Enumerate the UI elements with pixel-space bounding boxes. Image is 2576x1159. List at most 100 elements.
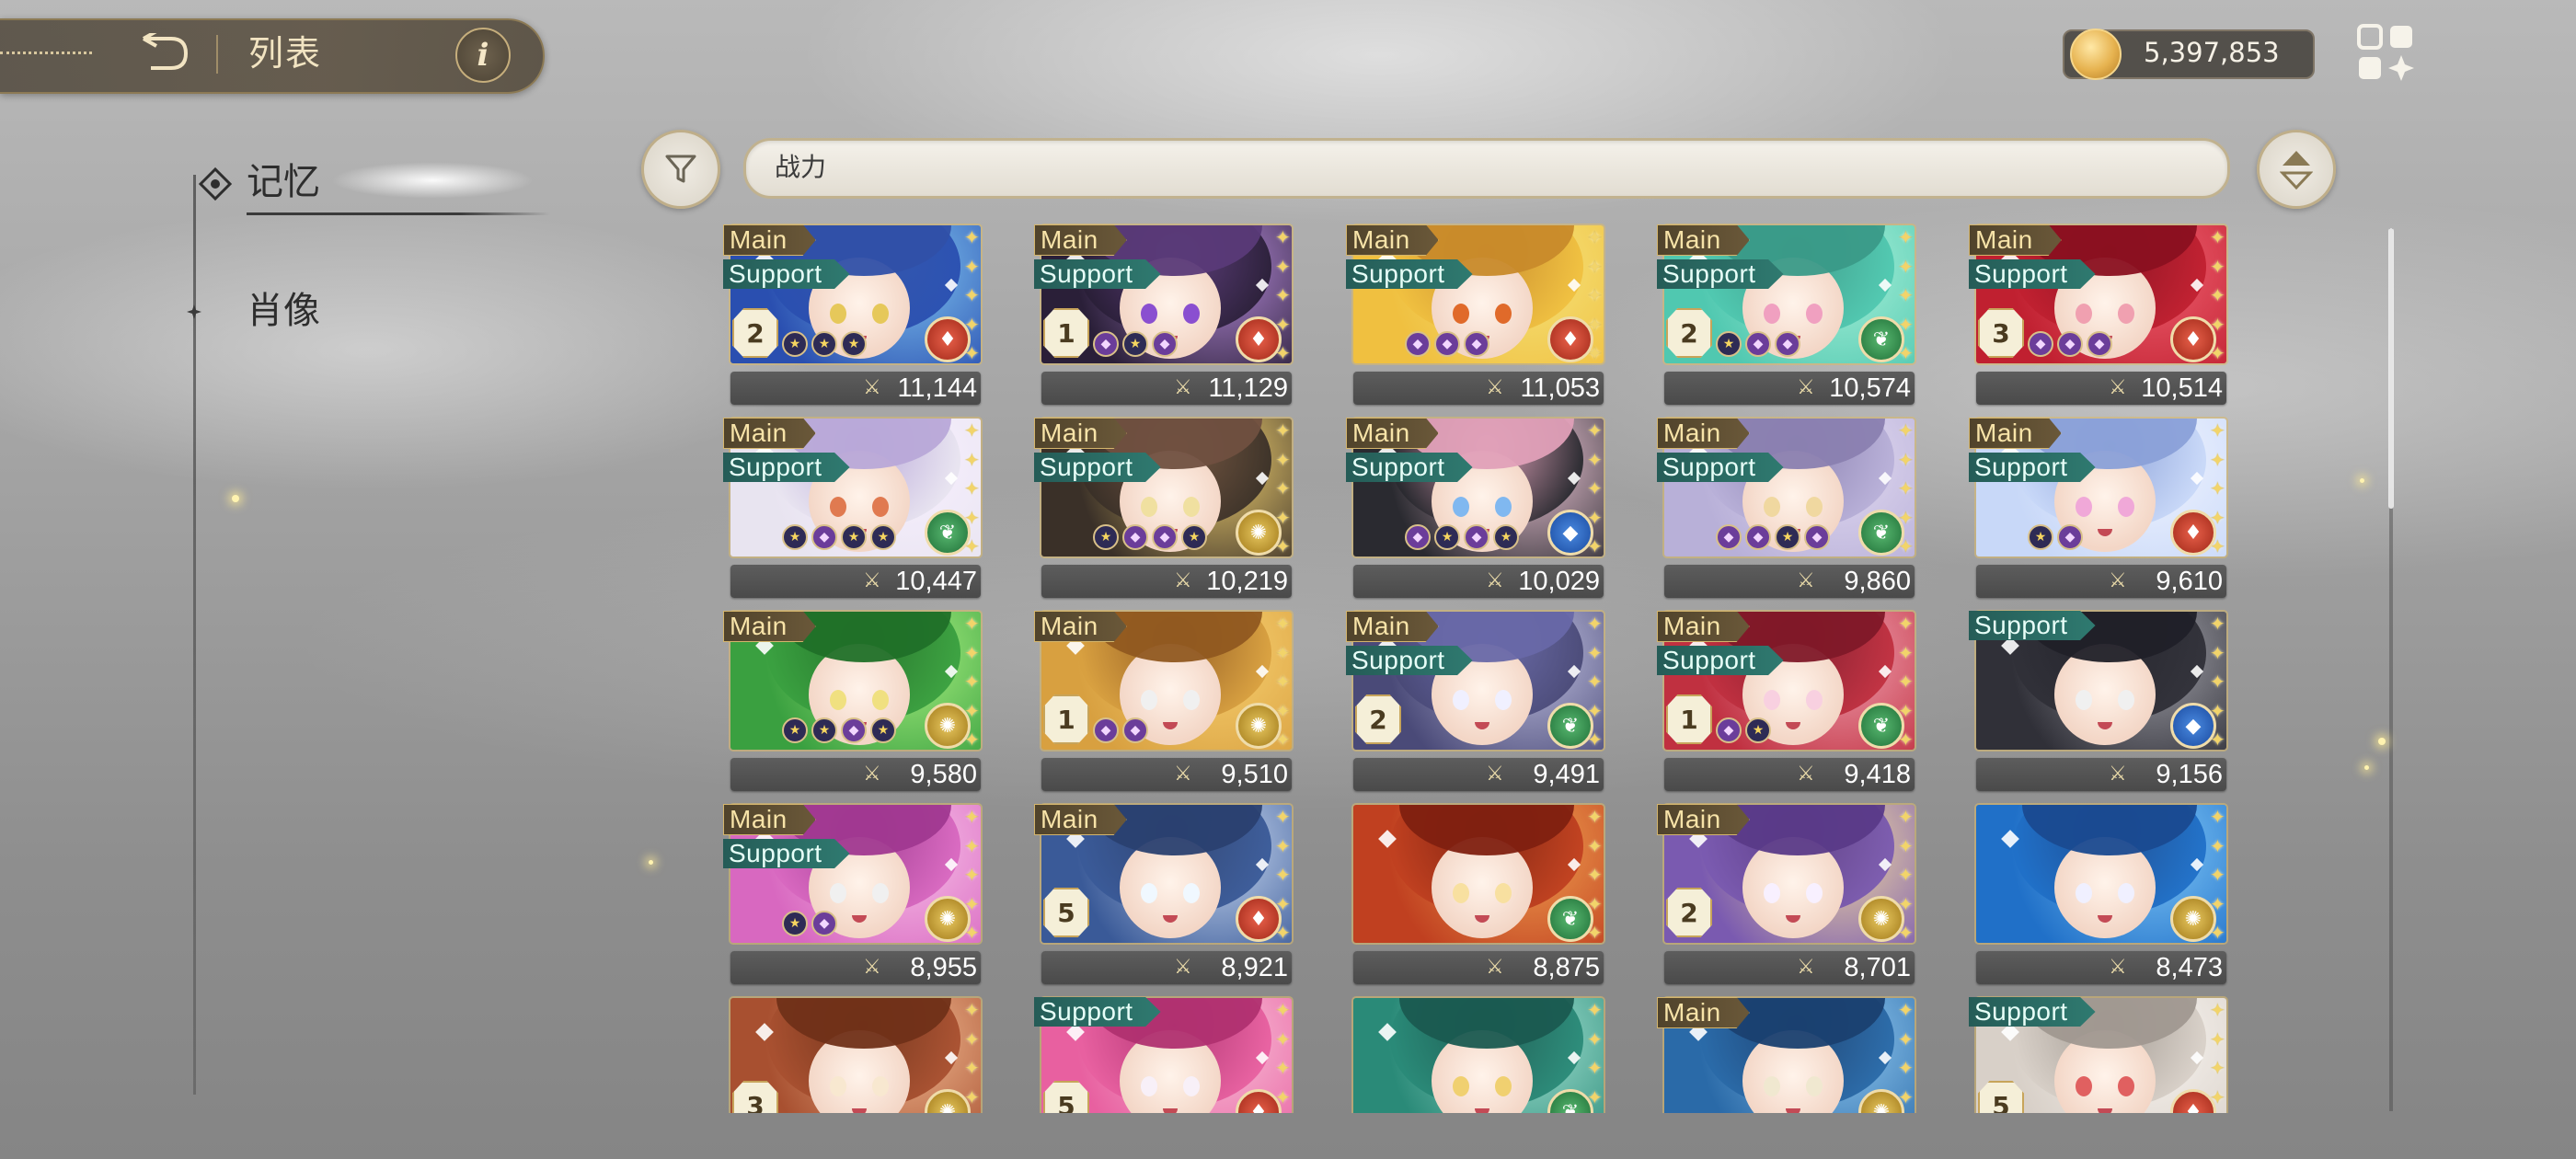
glint-sparkle <box>2360 478 2364 483</box>
menu-grid-button[interactable] <box>2355 22 2420 86</box>
limit-break-badge: 3 <box>1978 308 2024 358</box>
star-icon: ✦ <box>1587 284 1603 306</box>
rarity-stars: ✦✦✦✦✦ <box>1587 1001 1607 1113</box>
star-gem-icon: ★ <box>870 717 896 743</box>
wood-attribute-icon: ❦ <box>1858 316 1904 362</box>
menu-grid-icon <box>2357 24 2414 81</box>
memoria-card[interactable]: ✦ ✦ ✦ ✦ ✦ Support ◆ ⚔ 9,156 <box>1963 607 2239 796</box>
power-value: 10,514 <box>2141 373 2223 403</box>
memoria-card[interactable]: ✦ ✦ ✦ ✦ ✦ Main Support 1 ◆ ★ ◆ ♦ ⚔ 11,129 <box>1029 221 1305 409</box>
support-tag: Support <box>1657 453 1784 482</box>
memoria-card[interactable]: ✦ ✦ ✦ ✦ ✦ Main Support ★ ◆ ★ ★ ❦ ⚔ 10,447 <box>718 414 994 602</box>
memoria-card[interactable]: ✦✦✦✦✦❦ <box>1340 993 1616 1113</box>
support-tag: Support <box>723 259 850 289</box>
memoria-card[interactable]: ✦ ✦ ✦ ✦ ✦ Main Support ★ ◆ ✺ ⚔ 8,955 <box>718 800 994 989</box>
star-gem-icon: ★ <box>811 717 837 743</box>
star-icon: ✦ <box>1275 641 1291 664</box>
filter-icon <box>665 155 696 183</box>
star-icon: ✦ <box>964 999 980 1021</box>
star-icon: ✦ <box>1587 834 1603 857</box>
sidebar-item-portrait-label: 肖像 <box>247 290 320 332</box>
main-tag: Main <box>1034 611 1127 642</box>
main-tag: Main <box>1346 224 1439 256</box>
memoria-card[interactable]: ✦ ✦ ✦ ✦ ✦ Main Support 2 ★ ◆ ◆ ❦ ⚔ 10,574 <box>1651 221 1927 409</box>
memoria-card[interactable]: ✦ ✦ ✦ ✦ ✦ Main Support 1 ◆ ★ ❦ ⚔ 9,418 <box>1651 607 1927 796</box>
support-tag: Support <box>1657 646 1784 675</box>
star-gem-icon: ★ <box>870 524 896 550</box>
star-icon: ✦ <box>2210 255 2225 278</box>
crossed-swords-icon: ⚔ <box>1797 763 1815 786</box>
star-icon: ✦ <box>2210 999 2225 1021</box>
memoria-card[interactable]: ✦✦✦✦✦Main✺ <box>1651 993 1927 1113</box>
sidebar-item-memory[interactable] <box>184 155 552 215</box>
scrollbar-thumb[interactable] <box>2388 228 2394 509</box>
support-tag: Support <box>1034 453 1161 482</box>
support-tag: Support <box>723 453 850 482</box>
star-icon: ✦ <box>964 834 980 857</box>
star-icon: ✦ <box>1275 255 1291 278</box>
sort-field[interactable] <box>743 138 2230 199</box>
support-tag: Support <box>1969 997 2096 1027</box>
memoria-card[interactable]: ✦✦✦✦✦Support5♦ <box>1029 993 1305 1113</box>
star-icon: ✦ <box>1898 806 1914 828</box>
power-value: 9,610 <box>2156 567 2223 596</box>
memoria-card[interactable]: ✦ ✦ ✦ ✦ ✦ Main Support ◆ ◆ ★ ◆ ❦ ⚔ 9,860 <box>1651 414 1927 602</box>
star-gem-icon: ★ <box>841 331 867 357</box>
memoria-card[interactable]: ✦ ✦ ✦ ✦ ✦ ✺ ⚔ 8,473 <box>1963 800 2239 989</box>
wood-attribute-icon: ❦ <box>1858 510 1904 556</box>
memoria-card[interactable]: ✦ ✦ ✦ ✦ ✦ Main Support 2 ❦ ⚔ 9,491 <box>1340 607 1616 796</box>
star-gem-icon: ★ <box>1716 331 1742 357</box>
star-icon: ✦ <box>1587 255 1603 278</box>
memoria-card[interactable]: ✦ ✦ ✦ ✦ ✦ Main 2 ✺ ⚔ 8,701 <box>1651 800 1927 989</box>
filter-button[interactable] <box>641 130 720 209</box>
star-icon: ✦ <box>1898 864 1914 886</box>
power-value: 8,473 <box>2156 953 2223 982</box>
sidebar-item-portrait[interactable] <box>184 285 460 340</box>
star-icon: ✦ <box>964 641 980 664</box>
light-attribute-icon: ✺ <box>1236 510 1282 556</box>
back-button[interactable] <box>133 31 198 77</box>
memoria-card[interactable]: ✦ ✦ ✦ ✦ ✦ Main 1 ◆ ◆ ✺ ⚔ 9,510 <box>1029 607 1305 796</box>
purple-gem-icon: ◆ <box>1405 524 1431 550</box>
star-icon: ✦ <box>2210 419 2225 442</box>
memoria-card[interactable]: ✦ ✦ ✦ ✦ ✦ Main Support ◆ ◆ ◆ ♦ ⚔ 11,053 <box>1340 221 1616 409</box>
memoria-card[interactable]: ✦ ✦ ✦ ✦ ✦ Main Support 2 ★ ★ ★ ♦ ⚔ 11,144 <box>718 221 994 409</box>
purple-gem-icon: ◆ <box>811 911 837 936</box>
main-tag: Main <box>1969 418 2062 449</box>
fire-attribute-icon: ♦ <box>2170 316 2216 362</box>
sort-order-icon <box>2280 151 2313 189</box>
main-tag: Main <box>1657 611 1750 642</box>
purple-gem-icon: ◆ <box>841 717 867 743</box>
water-attribute-icon: ◆ <box>1547 510 1593 556</box>
main-tag: Main <box>723 804 816 835</box>
star-icon: ✦ <box>964 1057 980 1079</box>
purple-gem-icon: ◆ <box>1745 331 1771 357</box>
star-icon: ✦ <box>1898 255 1914 278</box>
skill-gems: ★ ★ ◆ ★ <box>782 717 896 743</box>
memoria-card[interactable]: ✦✦✦✦✦Support5♦ <box>1963 993 2239 1113</box>
star-gem-icon: ★ <box>782 331 808 357</box>
purple-gem-icon: ◆ <box>1464 331 1489 357</box>
memoria-card[interactable]: ✦✦✦✦✦3✺ <box>718 993 994 1113</box>
info-button[interactable]: i <box>455 28 511 83</box>
glint-sparkle <box>649 860 653 865</box>
power-value: 9,510 <box>1221 760 1288 789</box>
star-gem-icon: ★ <box>811 331 837 357</box>
memoria-card[interactable]: ✦ ✦ ✦ ✦ ✦ Main Support ★ ◆ ◆ ★ ✺ ⚔ 10,219 <box>1029 414 1305 602</box>
memoria-card[interactable]: ✦ ✦ ✦ ✦ ✦ Main Support ★ ◆ ♦ ⚔ 9,610 <box>1963 414 2239 602</box>
support-tag: Support <box>1346 259 1473 289</box>
support-tag: Support <box>1034 997 1161 1027</box>
power-value: 9,418 <box>1844 760 1911 789</box>
main-tag: Main <box>1657 804 1750 835</box>
limit-break-badge: 1 <box>1043 308 1089 358</box>
purple-gem-icon: ◆ <box>1093 331 1119 357</box>
memoria-card[interactable]: ✦ ✦ ✦ ✦ ✦ Main 5 ♦ ⚔ 8,921 <box>1029 800 1305 989</box>
memoria-card[interactable]: ✦ ✦ ✦ ✦ ✦ Main Support 3 ◆ ◆ ◆ ♦ ⚔ 10,514 <box>1963 221 2239 409</box>
memoria-card[interactable]: ✦ ✦ ✦ ✦ ✦ Main Support ◆ ★ ◆ ★ ◆ ⚔ 10,029 <box>1340 414 1616 602</box>
purple-gem-icon: ◆ <box>1716 524 1742 550</box>
memoria-card[interactable]: ✦ ✦ ✦ ✦ ✦ Main ★ ★ ◆ ★ ✺ ⚔ 9,580 <box>718 607 994 796</box>
memoria-card[interactable]: ✦ ✦ ✦ ✦ ✦ ❦ ⚔ 8,875 <box>1340 800 1616 989</box>
star-icon: ✦ <box>2210 834 2225 857</box>
star-icon: ✦ <box>2210 671 2225 693</box>
sort-order-button[interactable] <box>2257 130 2336 209</box>
